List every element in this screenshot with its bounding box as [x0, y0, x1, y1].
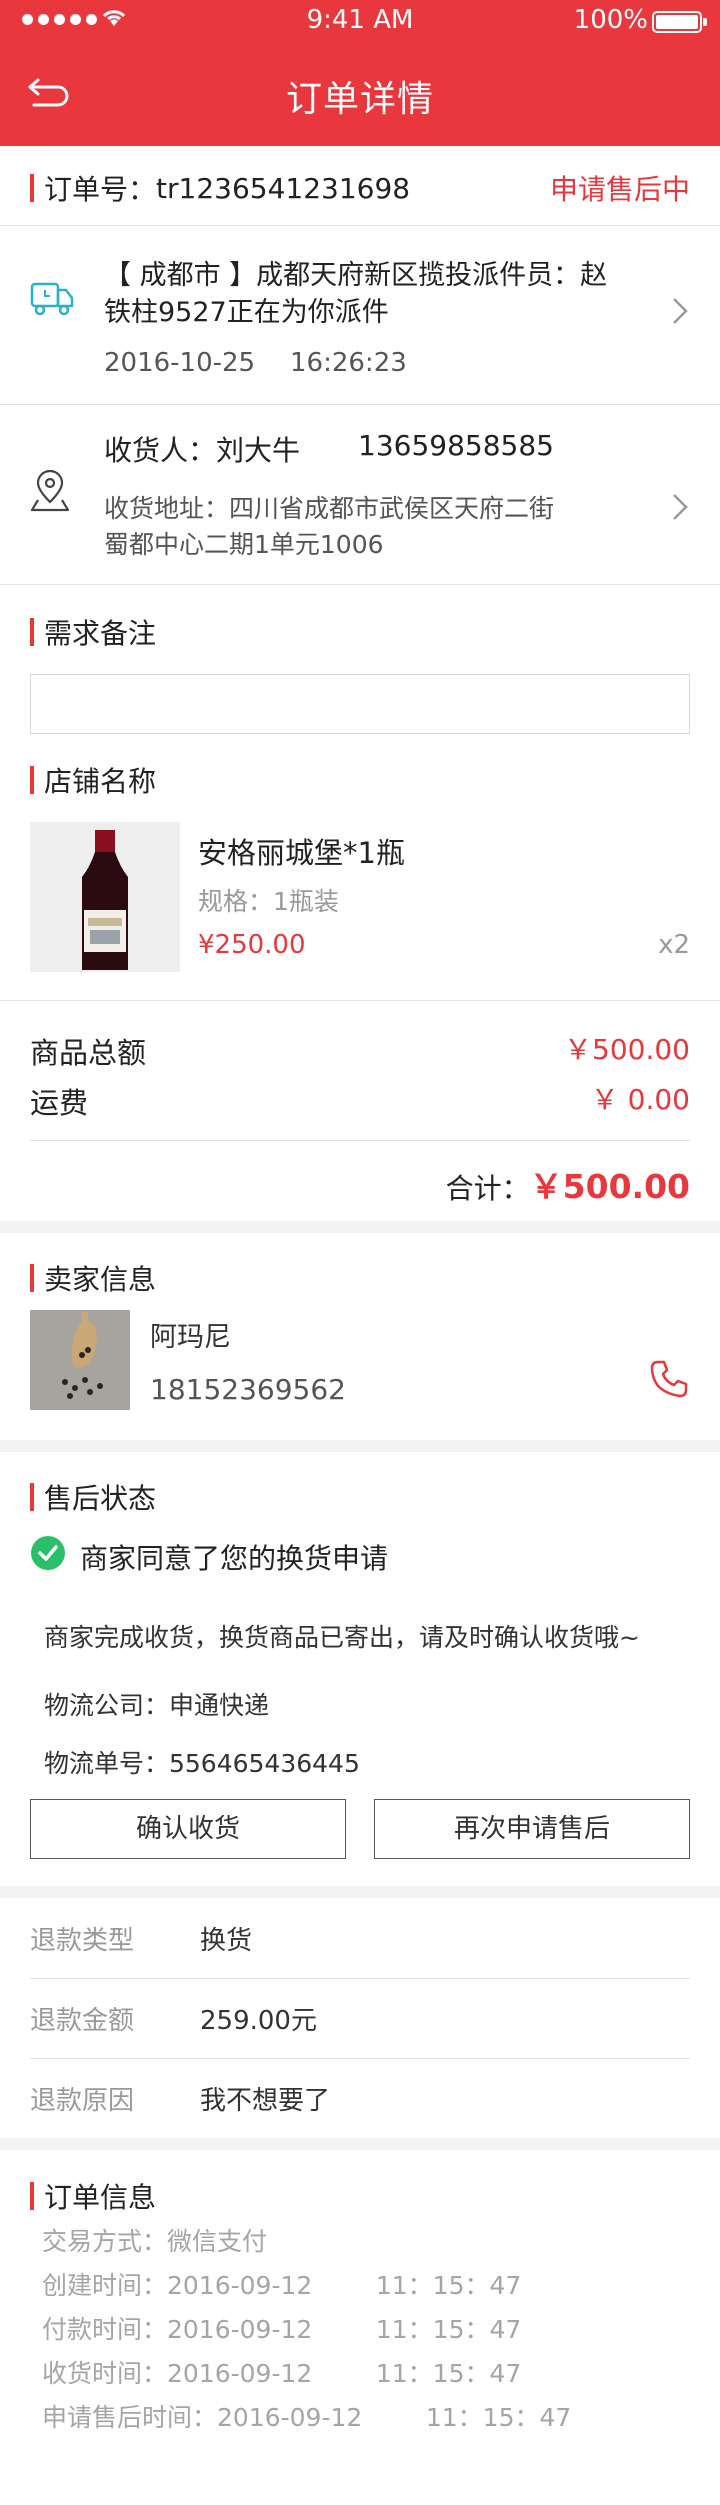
seller-avatar-image: [30, 1310, 130, 1410]
aftersale-message: 商家完成收货，换货商品已寄出，请及时确认收货哦~: [44, 1623, 640, 1652]
order-info-title: 订单信息: [44, 2181, 157, 2214]
section-marker: [30, 1483, 34, 1511]
refund-row-value: 259.00元: [200, 2006, 317, 2036]
location-pin-icon: [30, 470, 70, 512]
aftersale-title-row: 售后状态: [30, 1477, 156, 1517]
divider: [30, 2058, 690, 2059]
delivery-truck-icon: [30, 282, 74, 316]
created-time: 创建时间：2016-09-12 11：15：47: [42, 2271, 522, 2300]
receiver-name: 收货人：刘大牛: [104, 434, 301, 467]
seller-avatar: [30, 1310, 130, 1410]
product-item[interactable]: 安格丽城堡*1瓶 规格：1瓶装 ¥250.00 x2: [0, 820, 720, 972]
divider: [0, 1000, 720, 1001]
received-time: 收货时间：2016-09-12 11：15：47: [42, 2359, 522, 2388]
section-marker: [30, 1264, 34, 1292]
battery-icon: [652, 11, 707, 33]
refund-row-value: 我不想要了: [200, 2086, 331, 2116]
refund-row-label: 退款金额: [30, 2006, 135, 2036]
goods-total-label: 商品总额: [30, 1036, 147, 1070]
delivery-date: 2016-10-25: [104, 348, 256, 378]
order-number: tr1236541231698: [156, 171, 411, 205]
product-name: 安格丽城堡*1瓶: [198, 836, 405, 870]
product-quantity: x2: [658, 930, 690, 960]
seller-title: 卖家信息: [44, 1263, 157, 1296]
receiver-phone: 13659858585: [358, 429, 554, 462]
store-title-row: 店铺名称: [30, 760, 156, 800]
section-marker: [30, 618, 34, 646]
refund-row: 退款类型 换货: [30, 1918, 690, 1958]
courier-company: 物流公司：申通快递: [44, 1691, 270, 1720]
order-number-label: 订单号：: [44, 173, 157, 206]
confirm-receipt-button[interactable]: 确认收货: [30, 1799, 346, 1859]
section-gap: [0, 1221, 720, 1233]
delivery-time: 16:26:23: [290, 348, 407, 378]
refund-row-label: 退款原因: [30, 2086, 135, 2116]
payment-method: 交易方式：微信支付: [42, 2227, 268, 2256]
receiver-address-row[interactable]: 收货人：刘大牛 13659858585 收货地址：四川省成都市武侯区天府二街 蜀…: [0, 405, 720, 583]
aftersale-status-text: 商家同意了您的换货申请: [80, 1542, 389, 1575]
status-bar: 9:41 AM 100%: [0, 0, 720, 40]
receiver-address-line1: 收货地址：四川省成都市武侯区天府二街: [104, 494, 555, 523]
remark-title: 需求备注: [44, 617, 157, 650]
divider: [30, 1140, 690, 1141]
remark-title-row: 需求备注: [30, 612, 156, 652]
section-marker: [30, 174, 34, 202]
product-spec: 规格：1瓶装: [198, 887, 339, 916]
product-price: ¥250.00: [198, 930, 306, 960]
check-circle-icon: [31, 1536, 65, 1570]
order-number-row: 订单号： tr1236541231698: [30, 168, 410, 208]
delivery-message-line1: 【 成都市 】成都天府新区揽投派件员：赵: [104, 260, 608, 291]
sum-value: ￥500.00: [529, 1167, 690, 1206]
sum-label: 合计：: [445, 1172, 530, 1205]
section-marker: [30, 766, 34, 794]
section-gap: [0, 2138, 720, 2150]
wine-bottle-icon: [30, 822, 180, 972]
aftersale-applied-time: 申请售后时间：2016-09-12 11：15：47: [42, 2403, 572, 2432]
divider: [0, 584, 720, 585]
paid-time: 付款时间：2016-09-12 11：15：47: [42, 2315, 522, 2344]
delivery-tracking-row[interactable]: 【 成都市 】成都天府新区揽投派件员：赵 铁柱9527正在为你派件 2016-1…: [0, 226, 720, 404]
goods-total-value: ￥500.00: [564, 1033, 690, 1066]
seller-name: 阿玛尼: [150, 1322, 231, 1353]
aftersale-title: 售后状态: [44, 1482, 157, 1515]
shipping-label: 运费: [30, 1086, 89, 1120]
product-image: [30, 822, 180, 972]
phone-icon[interactable]: [648, 1358, 690, 1400]
reapply-aftersale-button[interactable]: 再次申请售后: [374, 1799, 690, 1859]
chevron-right-icon: [673, 494, 688, 520]
refund-row: 退款原因 我不想要了: [30, 2078, 690, 2118]
refund-row-label: 退款类型: [30, 1926, 135, 1956]
nav-bar: 订单详情: [0, 40, 720, 146]
refund-row: 退款金额 259.00元: [30, 1998, 690, 2038]
remark-input[interactable]: [30, 674, 690, 734]
page-title: 订单详情: [285, 79, 434, 120]
divider: [30, 1978, 690, 1979]
order-status: 申请售后中: [549, 173, 690, 206]
tracking-number: 物流单号：556465436445: [44, 1749, 360, 1778]
section-gap: [0, 1886, 720, 1898]
store-name: 店铺名称: [44, 765, 157, 798]
delivery-message-line2: 铁柱9527正在为你派件: [104, 297, 389, 328]
chevron-right-icon: [673, 298, 688, 324]
seller-phone: 18152369562: [150, 1373, 346, 1406]
shipping-value: ￥ 0.00: [590, 1083, 690, 1116]
section-gap: [0, 1440, 720, 1452]
order-sum: 合计： ￥500.00: [446, 1160, 690, 1208]
seller-title-row: 卖家信息: [30, 1258, 156, 1298]
receiver-address-line2: 蜀都中心二期1单元1006: [104, 530, 384, 559]
order-info-title-row: 订单信息: [30, 2176, 156, 2216]
section-marker: [30, 2182, 34, 2210]
refund-row-value: 换货: [200, 1926, 253, 1956]
battery-percent: 100%: [573, 5, 648, 35]
